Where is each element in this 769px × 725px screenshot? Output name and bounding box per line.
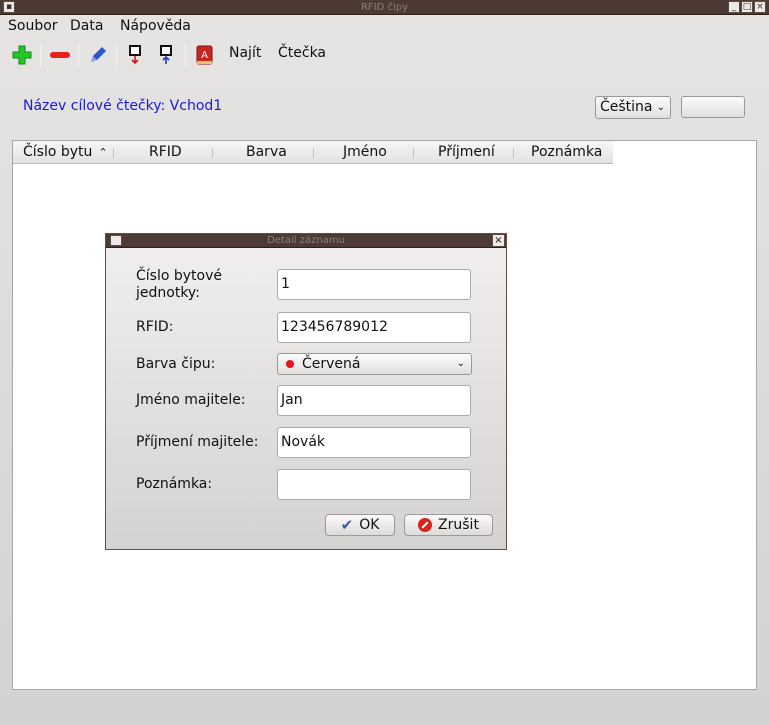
menu-help[interactable]: Nápověda xyxy=(120,18,191,34)
blank-button[interactable] xyxy=(681,96,745,118)
note-label: Poznámka: xyxy=(136,476,213,492)
owner-last-name-input[interactable]: Novák xyxy=(277,427,471,458)
check-icon: ✔ xyxy=(340,516,354,534)
find-button[interactable]: Najít xyxy=(229,45,261,61)
rfid-label: RFID: xyxy=(136,319,174,335)
main-window: ▪ RFID čipy _ □ × Soubor Data Nápověda A xyxy=(0,0,769,725)
menu-data[interactable]: Data xyxy=(70,18,103,34)
chip-color-label: Barva čipu: xyxy=(136,356,216,372)
dialog-close-icon[interactable]: × xyxy=(492,234,505,247)
minus-icon[interactable] xyxy=(47,42,73,68)
column-header-last-name[interactable]: Příjmení xyxy=(438,144,495,160)
column-header-first-name[interactable]: Jméno xyxy=(343,144,387,160)
pen-icon[interactable] xyxy=(85,42,111,68)
dialog-title-bar[interactable]: Detail záznamu × xyxy=(106,234,506,248)
red-dot-icon xyxy=(286,360,294,368)
chevron-down-icon: ⌄ xyxy=(656,102,665,113)
unit-number-input[interactable]: 1 xyxy=(277,269,471,300)
ok-button[interactable]: ✔ OK xyxy=(325,514,395,536)
language-select[interactable]: Čeština ⌄ xyxy=(595,96,671,119)
column-header-unit[interactable]: Číslo bytu ⌃ xyxy=(23,144,108,160)
note-input[interactable] xyxy=(277,469,471,500)
maximize-icon[interactable]: □ xyxy=(741,1,753,13)
record-detail-dialog: Detail záznamu × Číslo bytové jednotky: … xyxy=(105,233,507,550)
card-down-icon[interactable] xyxy=(122,42,148,68)
menu-bar: Soubor Data Nápověda xyxy=(0,16,769,38)
unit-number-label: Číslo bytové jednotky: xyxy=(136,268,222,301)
cancel-icon xyxy=(418,518,433,532)
minimize-icon[interactable]: _ xyxy=(728,1,740,13)
column-header-color[interactable]: Barva xyxy=(246,144,287,160)
chevron-down-icon: ⌄ xyxy=(456,358,465,369)
card-up-icon[interactable] xyxy=(153,42,179,68)
svg-text:A: A xyxy=(201,50,208,61)
owner-first-name-label: Jméno majitele: xyxy=(136,392,246,408)
reader-button[interactable]: Čtečka xyxy=(278,45,326,61)
close-icon[interactable]: × xyxy=(754,1,766,13)
dialog-title: Detail záznamu xyxy=(267,235,345,246)
menu-file[interactable]: Soubor xyxy=(8,18,58,34)
chip-color-selected: Červená xyxy=(302,356,361,372)
rfid-input[interactable]: 123456789012 xyxy=(277,312,471,343)
window-title: RFID čipy xyxy=(360,2,409,13)
toolbar: A Najít Čtečka xyxy=(0,40,769,70)
plus-icon[interactable] xyxy=(9,42,35,68)
owner-last-name-label: Příjmení majitele: xyxy=(136,434,259,450)
target-reader-label: Název cílové čtečky: Vchod1 xyxy=(23,98,223,114)
column-header-rfid[interactable]: RFID xyxy=(149,144,182,160)
sort-up-icon: ⌃ xyxy=(98,146,108,159)
chip-color-select[interactable]: Červená ⌄ xyxy=(277,353,472,375)
owner-first-name-input[interactable]: Jan xyxy=(277,385,471,416)
table-header: Číslo bytu ⌃ RFID Barva Jméno Příjmení Po… xyxy=(13,141,613,164)
language-selected: Čeština xyxy=(600,99,653,115)
dictionary-icon[interactable]: A xyxy=(191,42,217,68)
cancel-button[interactable]: Zrušit xyxy=(404,514,493,536)
title-bar[interactable]: ▪ RFID čipy _ □ × xyxy=(0,0,769,15)
column-header-note[interactable]: Poznámka xyxy=(531,144,602,160)
